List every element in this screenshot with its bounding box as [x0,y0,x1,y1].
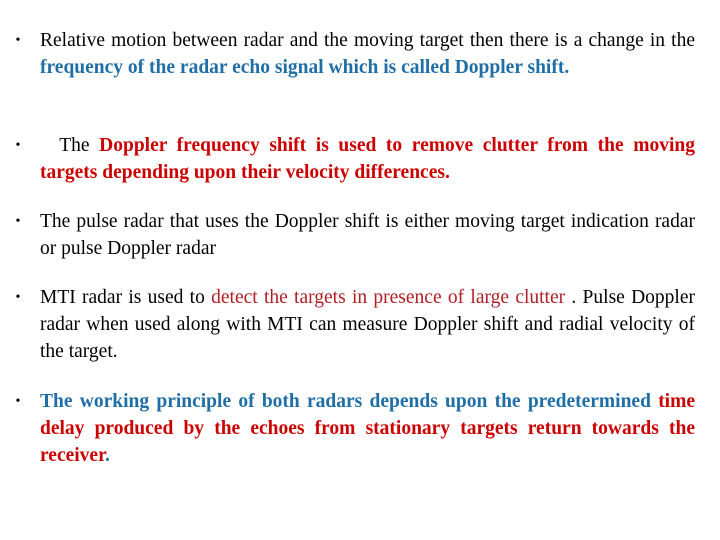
bullet-item-doppler-shift: • Relative motion between radar and the … [16,27,695,81]
bullet-text-segment: The pulse radar that uses the Doppler sh… [40,211,695,259]
bullet-icon: • [15,33,21,48]
bullet-text-segment: The [40,135,100,156]
bullet-text-segment: MTI radar is used to [40,287,212,308]
bullet-icon: • [15,290,21,305]
bullet-item-mti-radar: • MTI radar is used to detect the target… [16,284,695,365]
bullet-text-highlight: Doppler frequency shift is used to remov… [40,135,695,183]
bullet-text-segment: The working principle of both radars dep… [40,391,659,412]
bullet-icon: • [15,214,21,229]
bullet-item-pulse-radar-types: • The pulse radar that uses the Doppler … [16,208,695,262]
bullet-text-segment: . [104,445,110,466]
bullet-item-clutter-removal: • The Doppler frequency shift is used to… [16,132,695,186]
bullet-text-segment: Relative motion between radar and the mo… [40,30,695,51]
bullet-text-highlight: detect the targets in presence of large … [211,287,566,308]
bullet-text-highlight: frequency of the radar echo signal which… [40,57,570,78]
bullet-icon: • [15,138,21,153]
bullet-item-working-principle: • The working principle of both radars d… [16,388,695,469]
bullet-icon: • [15,394,21,409]
slide: • Relative motion between radar and the … [0,0,720,540]
